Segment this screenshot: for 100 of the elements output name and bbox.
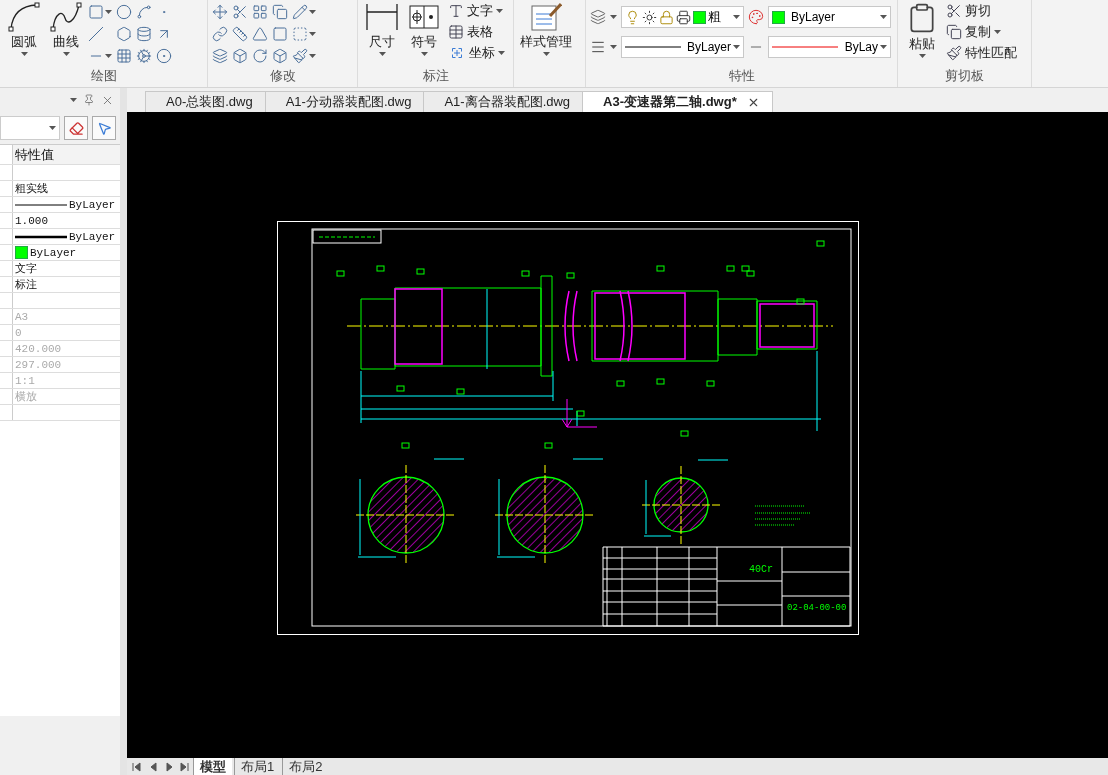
drawing-number: 02-04-00-00 (787, 603, 847, 613)
property-value: 粗实线 (15, 182, 48, 196)
cube-icon[interactable] (272, 48, 288, 64)
property-value: 横放 (15, 390, 37, 404)
ribbon-button[interactable]: 文字 (446, 0, 507, 21)
cylinder-icon[interactable] (136, 26, 152, 42)
polygon-icon[interactable] (116, 26, 132, 42)
caret-icon (880, 45, 887, 49)
dimension-icon (365, 2, 399, 32)
layer-dropdown[interactable]: 粗 (621, 6, 744, 28)
caret-icon (610, 45, 617, 49)
sun-icon[interactable] (642, 9, 657, 25)
document-tab[interactable]: A0-总装图.dwg (145, 91, 266, 112)
column-header: 特性值 (15, 146, 54, 164)
spline-icon[interactable] (136, 4, 152, 20)
property-value: 标注 (15, 278, 37, 292)
caret-icon (105, 10, 112, 14)
rectangle-icon[interactable] (88, 4, 104, 20)
property-value: ByLayer (69, 198, 116, 211)
layout-tab[interactable]: 布局1 (234, 758, 281, 775)
property-value: A3 (15, 310, 29, 323)
line-sample-icon (625, 45, 681, 49)
document-tab[interactable]: A1-离合器装配图.dwg (423, 91, 584, 112)
layout-tab[interactable]: 模型 (193, 758, 232, 775)
line-sample-icon (15, 202, 67, 207)
tab-navigation-icon[interactable] (131, 761, 191, 772)
circle-icon[interactable] (156, 48, 172, 64)
select-objects-button[interactable] (92, 116, 116, 140)
caret-icon (733, 15, 740, 19)
brush-icon[interactable] (292, 48, 308, 64)
group-title: 剪切板 (945, 67, 984, 85)
caret-icon (496, 8, 503, 13)
text-icon (448, 2, 464, 19)
property-value: ByLayer (69, 230, 116, 243)
ribbon-button[interactable]: 剪切 (944, 0, 1019, 21)
ruler-icon[interactable] (232, 26, 248, 42)
ribbon-button[interactable]: 表格 (446, 21, 507, 42)
caret-icon (49, 126, 56, 130)
printer-icon[interactable] (676, 9, 691, 25)
caret-icon (918, 54, 926, 58)
caret-icon (378, 52, 386, 56)
caret-icon (309, 54, 316, 58)
box-icon[interactable] (232, 48, 248, 64)
group-title: 绘图 (90, 67, 117, 85)
ribbon-button[interactable]: 曲线 (46, 0, 86, 56)
caret-icon (20, 52, 28, 56)
caret-icon (733, 45, 740, 49)
ribbon-button[interactable]: 尺寸 (362, 0, 402, 56)
property-value: 1.000 (15, 214, 48, 227)
ribbon-button[interactable]: 复制 (944, 21, 1019, 42)
layers-icon[interactable] (590, 9, 606, 25)
line-sample-icon (772, 45, 838, 49)
gear-icon[interactable] (136, 48, 152, 64)
caret-icon (70, 98, 77, 102)
array-icon[interactable] (252, 4, 268, 20)
link-icon[interactable] (212, 26, 228, 42)
group-title: 标注 (422, 67, 449, 85)
property-value: 1:1 (15, 374, 35, 387)
ribbon-button[interactable]: 圆弧 (4, 0, 44, 56)
caret-icon (542, 52, 550, 56)
pencil-icon[interactable] (292, 4, 308, 20)
table-icon (448, 23, 464, 40)
caret-icon (880, 15, 887, 19)
caret-icon (420, 52, 428, 56)
lineweight-dropdown[interactable]: ByLay (768, 36, 891, 58)
caret-icon (994, 29, 1001, 34)
ribbon-button[interactable]: 样式管理 (518, 0, 574, 56)
lineweight-icon[interactable] (590, 39, 606, 55)
color-wheel-icon[interactable] (748, 9, 764, 25)
property-value: 文字 (15, 262, 37, 276)
ribbon-button[interactable]: 符号 (404, 0, 444, 56)
scissors-icon (946, 2, 962, 19)
ribbon-button[interactable]: 特性匹配 (944, 42, 1019, 63)
property-value: 297.000 (15, 358, 62, 371)
clear-selection-button[interactable] (64, 116, 88, 140)
ribbon-button[interactable]: 坐标 (446, 42, 507, 63)
pin-icon[interactable] (83, 94, 95, 106)
material-label: 40Cr (749, 564, 773, 575)
color-swatch (772, 10, 785, 24)
caret-icon (309, 32, 316, 36)
document-tab[interactable]: A3-变速器第二轴.dwg* (582, 91, 773, 112)
move-icon[interactable] (212, 4, 228, 20)
ribbon-button[interactable]: 粘贴 (902, 0, 942, 58)
group-title: 修改 (269, 67, 296, 85)
cursor-icon (96, 120, 112, 136)
caret-icon (498, 50, 505, 55)
square-icon[interactable] (272, 26, 288, 42)
caret-icon (62, 52, 70, 56)
dashed-square-icon[interactable] (292, 26, 308, 42)
rotate-icon[interactable] (252, 48, 268, 64)
ellipse-icon[interactable] (116, 4, 132, 20)
caret-icon (309, 10, 316, 14)
color-dropdown[interactable]: ByLayer (768, 6, 891, 28)
linetype-dropdown[interactable]: ByLayer (621, 36, 744, 58)
color-swatch (693, 10, 706, 24)
copy-icon (946, 23, 962, 40)
copy-icon[interactable] (272, 4, 288, 20)
layout-tab[interactable]: 布局2 (282, 758, 329, 775)
document-tab[interactable]: A1-分动器装配图.dwg (264, 91, 425, 112)
property-value: ByLayer (30, 246, 77, 259)
